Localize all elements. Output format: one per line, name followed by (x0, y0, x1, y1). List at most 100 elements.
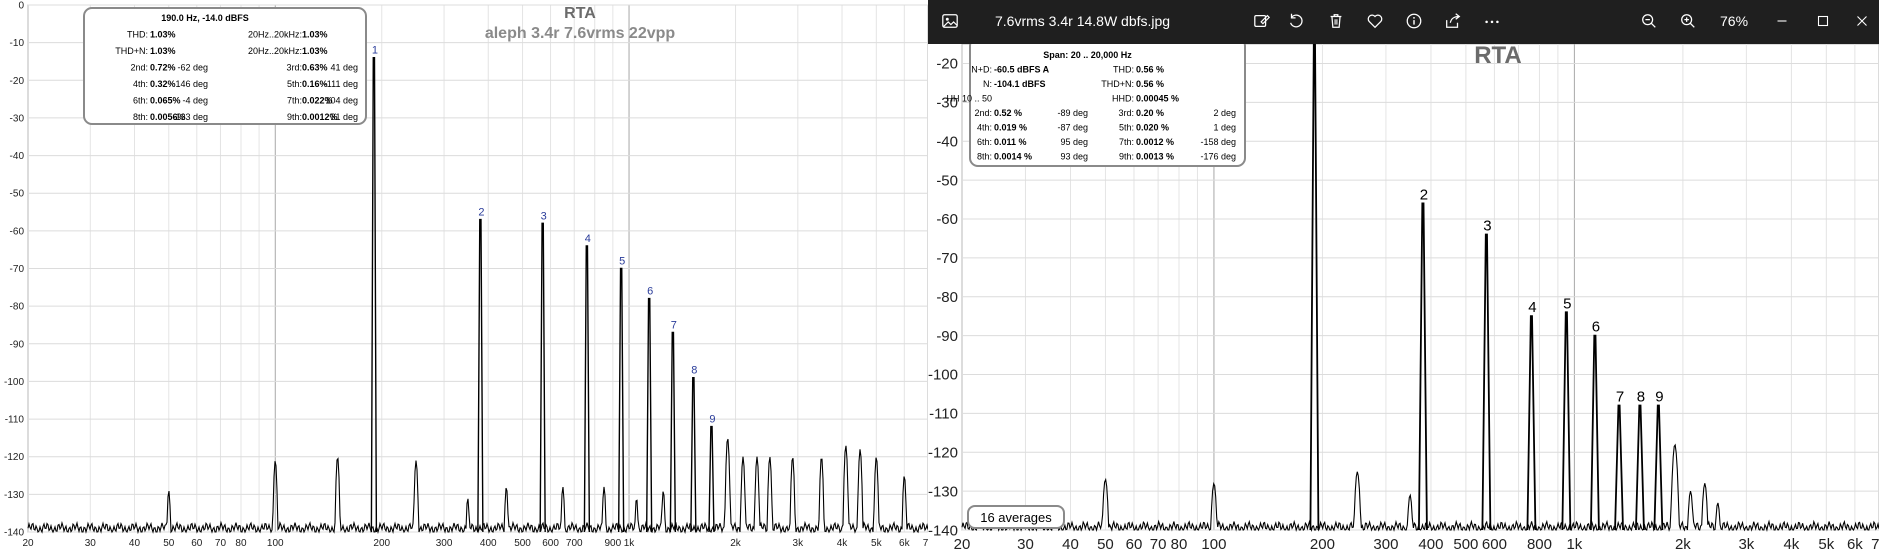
harmonic-label: 8 (1637, 389, 1645, 406)
x-tick-label: 400 (1418, 536, 1443, 552)
info-cell: 5th: (1119, 123, 1134, 133)
info-cell: 1.03% (302, 30, 328, 40)
chart-title: RTA (564, 5, 596, 22)
harmonic-label: 6 (647, 286, 653, 298)
y-tick-label: -120 (928, 444, 958, 461)
y-tick-label: -80 (936, 289, 958, 306)
y-tick-label: -90 (936, 328, 958, 345)
info-cell: N: (983, 79, 992, 89)
info-cell: 0.0013 % (1136, 152, 1174, 162)
info-cell: 0.20 % (1136, 108, 1164, 118)
edit-image-icon[interactable] (1247, 6, 1277, 36)
x-tick-label: 4k (1783, 536, 1799, 552)
info-cell: 104 deg (325, 96, 358, 106)
y-tick-label: -30 (10, 113, 25, 124)
info-icon[interactable] (1399, 6, 1429, 36)
x-tick-label: 500 (1453, 536, 1478, 552)
info-cell: 6th: (977, 137, 992, 147)
y-tick-label: -110 (5, 415, 25, 426)
harmonic-label: 4 (585, 233, 591, 245)
info-cell: 20Hz..20kHz: (248, 46, 302, 56)
info-cell: -62 deg (177, 63, 208, 73)
photo-viewer-titlebar: 7.6vrms 3.4r 14.8W dbfs.jpg 76% (928, 0, 1879, 44)
x-tick-label: 6k (1847, 536, 1863, 552)
y-tick-label: -80 (10, 302, 25, 313)
info-cell: 20Hz..20kHz: (248, 30, 302, 40)
info-cell: 0.32% (150, 79, 176, 89)
info-cell: 3rd: (1118, 108, 1134, 118)
minimize-icon[interactable] (1767, 6, 1797, 36)
harmonic-label: 9 (1655, 389, 1663, 406)
info-cell: 8th: (133, 112, 148, 122)
info-cell: 0.019 % (994, 123, 1027, 133)
harmonic-label: 5 (1563, 295, 1571, 312)
y-tick-label: -120 (4, 452, 24, 463)
info-cell: 1 deg (1213, 123, 1236, 133)
share-icon[interactable] (1438, 6, 1468, 36)
y-tick-label: -20 (936, 56, 958, 73)
rotate-icon[interactable] (1281, 6, 1311, 36)
harmonic-label: 1 (372, 45, 378, 57)
delete-icon[interactable] (1321, 6, 1351, 36)
x-tick-label: 1k (1566, 536, 1582, 552)
harmonic-label: 3 (541, 210, 547, 222)
harmonic-label: 4 (1528, 299, 1536, 316)
info-header: Span: 20 .. 20,000 Hz (1043, 50, 1132, 60)
info-cell: -60.5 dBFS A (994, 65, 1050, 75)
info-cell: 8th: (977, 152, 992, 162)
info-cell: 0.52 % (994, 108, 1022, 118)
info-cell: 6th: (133, 96, 148, 106)
x-tick-label: 200 (1310, 536, 1335, 552)
x-tick-label: 40 (1062, 536, 1079, 552)
harmonic-label: 9 (709, 414, 715, 426)
info-cell: 0.020 % (1136, 123, 1169, 133)
y-tick-label: -40 (10, 151, 25, 162)
favorite-icon[interactable] (1360, 6, 1390, 36)
x-tick-label: 70 (1150, 536, 1167, 552)
info-cell: 0.56 % (1136, 65, 1164, 75)
x-tick-label: 30 (1017, 536, 1034, 552)
info-cell: 7th: (1119, 137, 1134, 147)
x-tick-label: 5k (871, 538, 883, 549)
x-tick-label: 600 (542, 538, 559, 549)
harmonic-label: 3 (1483, 218, 1491, 235)
maximize-icon[interactable] (1808, 6, 1838, 36)
x-tick-label: 100 (267, 538, 284, 549)
x-tick-label: 5k (1818, 536, 1834, 552)
y-tick-label: -70 (10, 264, 25, 275)
zoom-in-icon[interactable] (1673, 6, 1703, 36)
y-tick-label: -100 (4, 377, 24, 388)
info-cell: -89 deg (1057, 108, 1088, 118)
harmonic-label: 2 (478, 207, 484, 219)
info-cell: 0.56 % (1136, 79, 1164, 89)
chart-title: RTA (1474, 42, 1522, 69)
photo-icon[interactable] (935, 6, 965, 36)
harmonic-label: 8 (691, 365, 697, 377)
x-tick-label: 800 (1527, 536, 1552, 552)
info-cell: 0.00045 % (1136, 94, 1179, 104)
x-tick-label: 20 (22, 538, 34, 549)
x-tick-label: 600 (1482, 536, 1507, 552)
more-icon[interactable] (1477, 6, 1507, 36)
zoom-level: 76% (1720, 13, 1749, 29)
zoom-out-icon[interactable] (1634, 6, 1664, 36)
close-icon[interactable] (1847, 6, 1877, 36)
info-cell: -111 deg (324, 79, 358, 89)
info-cell: 1.03% (150, 30, 176, 40)
info-cell: 3rd: (286, 63, 302, 73)
x-tick-label: 300 (436, 538, 453, 549)
info-cell: -104.1 dBFS (994, 79, 1046, 89)
x-tick-label: 20 (954, 536, 971, 552)
x-tick-label: 900 (605, 538, 622, 549)
info-cell: -176 deg (1200, 152, 1236, 162)
x-tick-label: 200 (373, 538, 390, 549)
rta-chart-left: 0 -10 -20 -30 -40 -50 -60 -70 -80 -90 -100 -110 -120… (4, 1, 928, 549)
x-tick-label: 7k (1871, 536, 1879, 552)
x-tick-label: 2k (730, 538, 742, 549)
info-cell: 7th: (287, 96, 302, 106)
info-cell: 93 deg (1060, 152, 1088, 162)
info-cell: 4th: (977, 123, 992, 133)
info-cell: 1.03% (150, 46, 176, 56)
x-tick-label: 60 (1126, 536, 1143, 552)
info-cell: 0.065% (150, 96, 181, 106)
